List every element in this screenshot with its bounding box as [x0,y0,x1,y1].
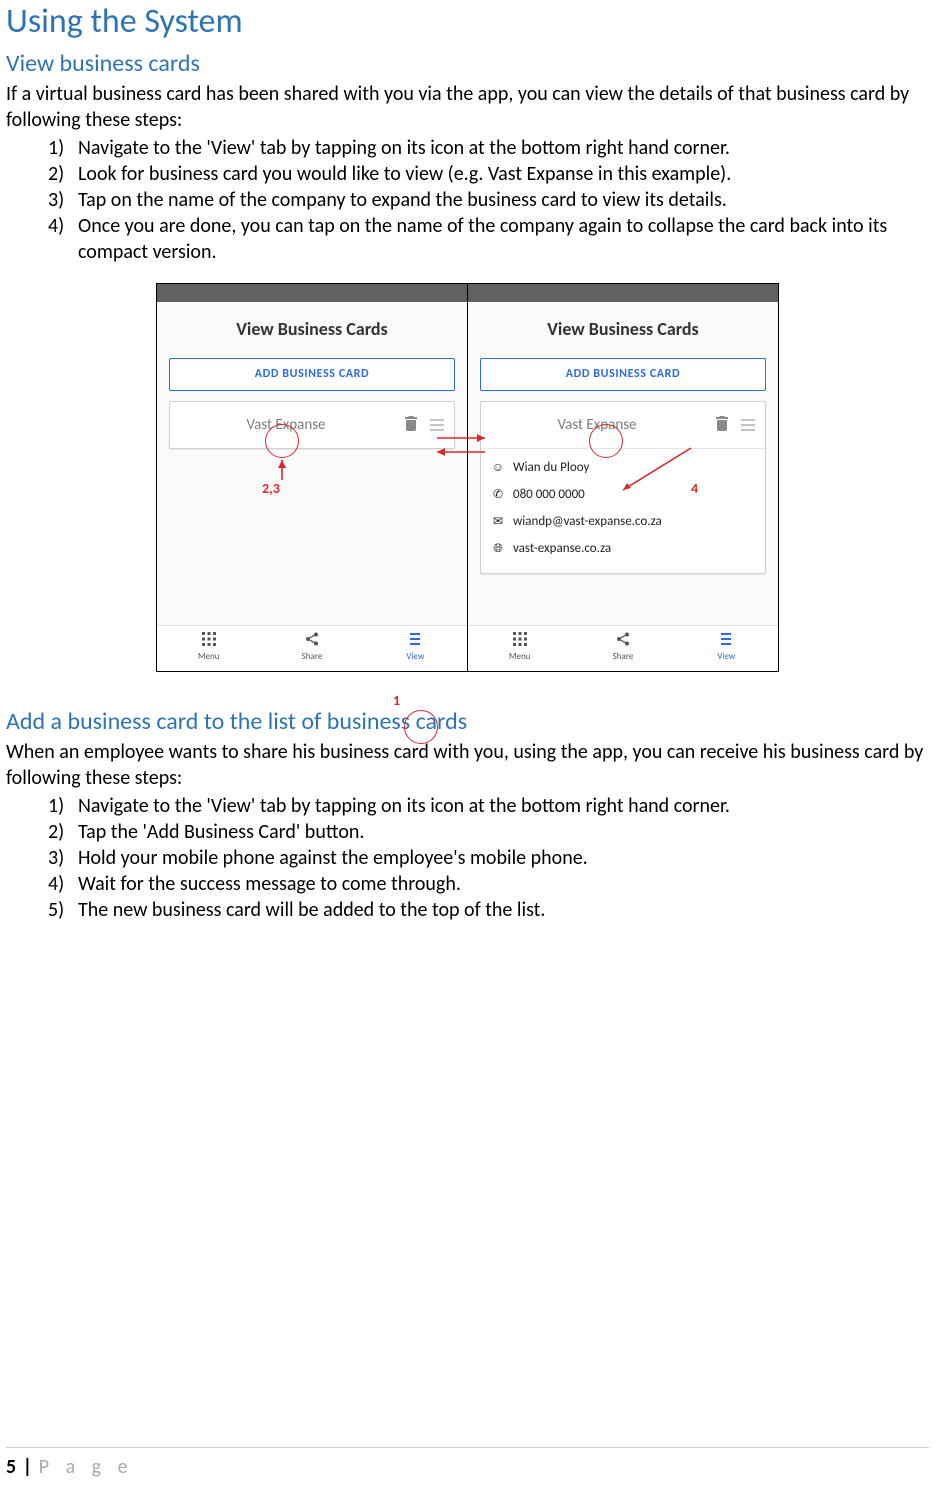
page-footer: 5 | P a g e [6,1447,929,1480]
footer-rule [6,1447,929,1448]
screenshot-figure: View Business Cards ADD BUSINESS CARD Va… [156,283,779,672]
tab-menu[interactable]: Menu [468,626,571,671]
detail-website-value: vast-expanse.co.za [513,541,611,558]
detail-person: ☺ Wian du Plooy [491,455,755,482]
section1-step-1: Navigate to the 'View' tab by tapping on… [48,135,929,161]
tab-view-label: View [717,651,735,662]
section1-steps: Navigate to the 'View' tab by tapping on… [6,135,929,265]
detail-email-value: wiandp@vast-expanse.co.za [513,514,662,531]
trash-icon[interactable] [715,412,729,438]
tab-menu[interactable]: Menu [157,626,260,671]
screen-title: View Business Cards [171,318,453,341]
grid-icon [157,632,260,649]
tab-view-label: View [406,651,424,662]
page-label: P a g e [39,1455,134,1479]
company-name[interactable]: Vast Expanse [491,416,703,436]
phone-right: View Business Cards ADD BUSINESS CARD Va… [467,284,778,671]
section1-step-3: Tap on the name of the company to expand… [48,187,929,213]
email-icon: ✉ [491,515,505,531]
status-bar [468,284,778,302]
add-business-card-button[interactable]: ADD BUSINESS CARD [169,358,455,392]
detail-email: ✉ wiandp@vast-expanse.co.za [491,509,755,536]
tab-menu-label: Menu [509,651,531,662]
grid-icon [468,632,571,649]
add-business-card-button[interactable]: ADD BUSINESS CARD [480,358,766,392]
footer-divider: | [23,1455,33,1479]
section-view-cards-heading: View business cards [6,48,929,79]
section1-step-2: Look for business card you would like to… [48,161,929,187]
section2-step-4: Wait for the success message to come thr… [48,871,929,897]
business-card-expanded[interactable]: Vast Expanse ☺ Wian du Plooy [480,401,766,574]
page-title: Using the System [6,0,929,44]
person-icon: ☺ [491,461,505,477]
detail-phone-value: 080 000 0000 [513,487,585,504]
globe-icon: 🌐︎ [491,542,505,558]
section2-steps: Navigate to the 'View' tab by tapping on… [6,793,929,923]
drag-handle-icon[interactable] [741,412,755,438]
share-icon [571,632,674,649]
detail-website: 🌐︎ vast-expanse.co.za [491,536,755,563]
detail-person-value: Wian du Plooy [513,460,589,477]
company-name[interactable]: Vast Expanse [180,416,392,436]
drag-handle-icon[interactable] [430,412,444,438]
list-icon [675,632,778,649]
tab-share[interactable]: Share [571,626,674,671]
tab-view[interactable]: View [675,626,778,671]
screen-title: View Business Cards [482,318,764,341]
list-icon [364,632,467,649]
section2-step-2: Tap the 'Add Business Card' button. [48,819,929,845]
tab-share[interactable]: Share [260,626,363,671]
section1-intro: If a virtual business card has been shar… [6,81,929,133]
share-icon [260,632,363,649]
trash-icon[interactable] [404,412,418,438]
section2-step-1: Navigate to the 'View' tab by tapping on… [48,793,929,819]
section2-step-5: The new business card will be added to t… [48,897,929,923]
page-number: 5 [6,1455,16,1479]
bottom-nav: Menu Share View [157,625,467,671]
section2-intro: When an employee wants to share his busi… [6,739,929,791]
tab-view[interactable]: View [364,626,467,671]
phone-icon: ✆ [491,488,505,504]
status-bar [157,284,467,302]
detail-phone: ✆ 080 000 0000 [491,482,755,509]
bottom-nav: Menu Share View [468,625,778,671]
tab-share-label: Share [613,651,634,662]
tab-share-label: Share [302,651,323,662]
business-card-collapsed[interactable]: Vast Expanse [169,401,455,449]
section-add-card-heading: Add a business card to the list of busin… [6,706,929,737]
section1-step-4: Once you are done, you can tap on the na… [48,213,929,265]
tab-menu-label: Menu [198,651,220,662]
section2-step-3: Hold your mobile phone against the emplo… [48,845,929,871]
phone-left: View Business Cards ADD BUSINESS CARD Va… [157,284,467,671]
